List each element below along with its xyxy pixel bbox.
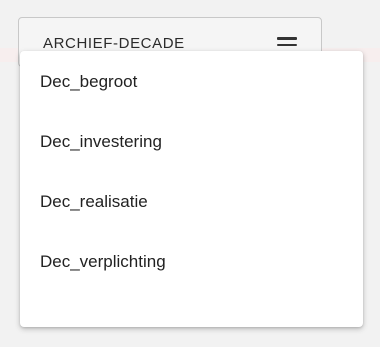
menu-item-dec-verplichting[interactable]: Dec_verplichting xyxy=(20,251,363,311)
menu-item-dec-investering[interactable]: Dec_investering xyxy=(20,131,363,191)
menu-item-dec-begroot[interactable]: Dec_begroot xyxy=(20,71,363,131)
dropdown-menu: Dec_begroot Dec_investering Dec_realisat… xyxy=(20,51,363,327)
menu-item-dec-realisatie[interactable]: Dec_realisatie xyxy=(20,191,363,251)
